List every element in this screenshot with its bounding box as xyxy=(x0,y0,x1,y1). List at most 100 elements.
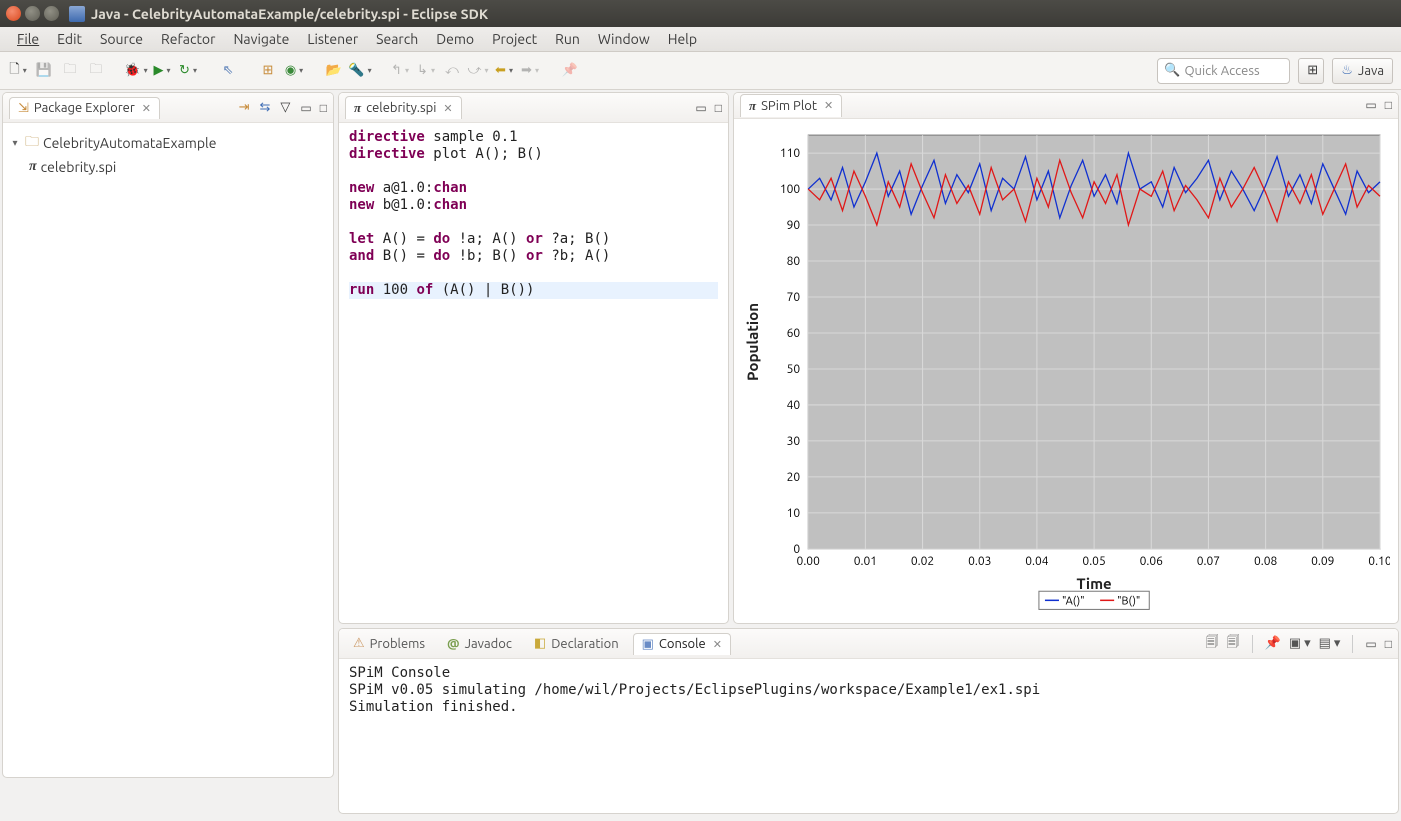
java-perspective-icon: ♨ xyxy=(1341,63,1353,78)
menu-window[interactable]: Window xyxy=(589,31,659,47)
menu-refactor[interactable]: Refactor xyxy=(152,31,224,47)
maximize-icon[interactable]: □ xyxy=(1385,98,1392,112)
editor-tab-label: celebrity.spi xyxy=(366,101,436,115)
pi-icon: π xyxy=(749,98,756,114)
open-perspective-button[interactable]: ⊞ xyxy=(1298,58,1324,84)
console-action1-icon[interactable]: 🗐 xyxy=(1206,633,1219,655)
menu-demo[interactable]: Demo xyxy=(427,31,483,47)
run-last-button[interactable]: ↻ xyxy=(178,61,198,81)
window-titlebar: Java - CelebrityAutomataExample/celebrit… xyxy=(0,0,1401,27)
nav-back-button[interactable]: ↰ xyxy=(390,61,410,81)
console-action2-icon[interactable]: 🗐 xyxy=(1227,633,1240,655)
nav-fwd2-button[interactable]: ⤻ xyxy=(468,61,488,81)
svg-text:0.01: 0.01 xyxy=(854,554,877,567)
package-explorer-title: Package Explorer xyxy=(34,101,135,115)
wand-button[interactable]: ⇖ xyxy=(218,61,238,81)
package-tree[interactable]: ▾ 🗀 CelebrityAutomataExample π celebrity… xyxy=(3,123,333,777)
menu-help[interactable]: Help xyxy=(659,31,706,47)
window-maximize-button[interactable] xyxy=(44,6,59,21)
menu-project[interactable]: Project xyxy=(483,31,546,47)
declaration-tab[interactable]: ◧ Declaration xyxy=(526,633,627,654)
svg-text:30: 30 xyxy=(787,434,801,447)
minimize-icon[interactable]: ▭ xyxy=(1365,98,1376,112)
menu-bar: File Edit Source Refactor Navigate Liste… xyxy=(0,27,1401,52)
problems-icon: ⚠ xyxy=(353,636,365,651)
spim-plot-tab[interactable]: π SPim Plot ✕ xyxy=(740,94,842,117)
chart-area[interactable]: 0.000.010.020.030.040.050.060.070.080.09… xyxy=(738,125,1390,620)
nav-step-button[interactable]: ↳ xyxy=(416,61,436,81)
spim-plot-title: SPim Plot xyxy=(761,99,817,113)
svg-text:"A()": "A()" xyxy=(1062,595,1085,607)
quick-access-placeholder: Quick Access xyxy=(1184,64,1259,78)
javadoc-tab[interactable]: @ Javadoc xyxy=(439,634,520,654)
window-close-button[interactable] xyxy=(6,6,21,21)
svg-text:0.02: 0.02 xyxy=(911,554,934,567)
tree-project-label: CelebrityAutomataExample xyxy=(43,135,216,151)
search-button[interactable]: 🔦 xyxy=(350,61,370,81)
console-pin-icon[interactable]: 📌 xyxy=(1265,636,1281,651)
save-all-button[interactable]: 🗀 xyxy=(60,61,80,81)
new-package-button[interactable]: ⊞ xyxy=(258,61,278,81)
print-button[interactable]: 🗀 xyxy=(86,61,106,81)
menu-run[interactable]: Run xyxy=(546,31,589,47)
close-icon[interactable]: ✕ xyxy=(711,638,722,651)
menu-file[interactable]: File xyxy=(8,31,48,47)
close-icon[interactable]: ✕ xyxy=(822,99,833,112)
collapse-all-icon[interactable]: ⇥ xyxy=(239,100,250,115)
tree-file-row[interactable]: π celebrity.spi xyxy=(7,157,329,177)
expand-icon[interactable]: ▾ xyxy=(9,137,21,149)
declaration-icon: ◧ xyxy=(534,636,546,651)
problems-tab[interactable]: ⚠ Problems xyxy=(345,633,433,654)
console-tab[interactable]: ▣ Console ✕ xyxy=(633,633,731,655)
nav-fwd3-button[interactable]: ➡ xyxy=(520,61,540,81)
menu-source[interactable]: Source xyxy=(91,31,152,47)
open-type-button[interactable]: 📂 xyxy=(324,61,344,81)
pin-editor-button[interactable]: 📌 xyxy=(560,61,580,81)
console-display-icon[interactable]: ▣ ▾ xyxy=(1289,636,1311,651)
eclipse-icon xyxy=(69,6,85,22)
bottom-panel: ⚠ Problems @ Javadoc ◧ Declaration ▣ Con… xyxy=(338,628,1399,814)
nav-back2-button[interactable]: ⬅ xyxy=(494,61,514,81)
minimize-icon[interactable]: ▭ xyxy=(1365,637,1376,651)
maximize-icon[interactable]: □ xyxy=(715,101,722,115)
console-output[interactable]: SPiM Console SPiM v0.05 simulating /home… xyxy=(339,659,1398,813)
folder-icon: 🗀 xyxy=(25,131,39,155)
new-class-button[interactable]: ◉ xyxy=(284,61,304,81)
main-toolbar: 🗋 💾 🗀 🗀 🐞 ▶ ↻ ⇖ ⊞ ◉ 📂 🔦 ↰ ↳ ⤺ ⤻ ⬅ ➡ 📌 🔍 … xyxy=(0,52,1401,90)
package-explorer-tab[interactable]: ⇲ Package Explorer ✕ xyxy=(9,97,160,119)
tree-project-row[interactable]: ▾ 🗀 CelebrityAutomataExample xyxy=(7,129,329,157)
nav-prev-edit-button[interactable]: ⤺ xyxy=(442,61,462,81)
javadoc-label: Javadoc xyxy=(465,637,512,651)
editor-tab[interactable]: π celebrity.spi ✕ xyxy=(345,96,462,119)
editor-panel: π celebrity.spi ✕ ▭ □ directive sample 0… xyxy=(338,92,729,624)
view-menu-icon[interactable]: ▽ xyxy=(280,100,290,115)
svg-text:90: 90 xyxy=(787,219,801,232)
code-editor[interactable]: directive sample 0.1 directive plot A();… xyxy=(339,123,728,623)
run-button[interactable]: ▶ xyxy=(152,61,172,81)
maximize-icon[interactable]: □ xyxy=(1385,637,1392,651)
menu-navigate[interactable]: Navigate xyxy=(224,31,298,47)
save-button[interactable]: 💾 xyxy=(34,61,54,81)
package-explorer-icon: ⇲ xyxy=(18,101,29,116)
close-icon[interactable]: ✕ xyxy=(441,102,452,115)
quick-access-input[interactable]: 🔍 Quick Access xyxy=(1157,58,1290,84)
maximize-icon[interactable]: □ xyxy=(320,101,327,115)
javadoc-icon: @ xyxy=(447,637,460,651)
window-minimize-button[interactable] xyxy=(25,6,40,21)
new-button[interactable]: 🗋 xyxy=(8,61,28,81)
menu-edit[interactable]: Edit xyxy=(48,31,91,47)
console-new-icon[interactable]: ▤ ▾ xyxy=(1319,636,1341,651)
declaration-label: Declaration xyxy=(551,637,618,651)
java-perspective-button[interactable]: ♨ Java xyxy=(1332,58,1393,84)
menu-search[interactable]: Search xyxy=(367,31,427,47)
svg-text:110: 110 xyxy=(780,147,801,160)
link-editor-icon[interactable]: ⇆ xyxy=(260,100,271,115)
minimize-icon[interactable]: ▭ xyxy=(300,101,311,115)
package-explorer-panel: ⇲ Package Explorer ✕ ⇥ ⇆ ▽ ▭ □ ▾ 🗀 Celeb… xyxy=(2,92,334,778)
menu-listener[interactable]: Listener xyxy=(298,31,367,47)
debug-button[interactable]: 🐞 xyxy=(126,61,146,81)
svg-text:0.08: 0.08 xyxy=(1254,554,1278,567)
minimize-icon[interactable]: ▭ xyxy=(695,101,706,115)
svg-text:10: 10 xyxy=(787,506,801,519)
close-icon[interactable]: ✕ xyxy=(140,102,151,115)
